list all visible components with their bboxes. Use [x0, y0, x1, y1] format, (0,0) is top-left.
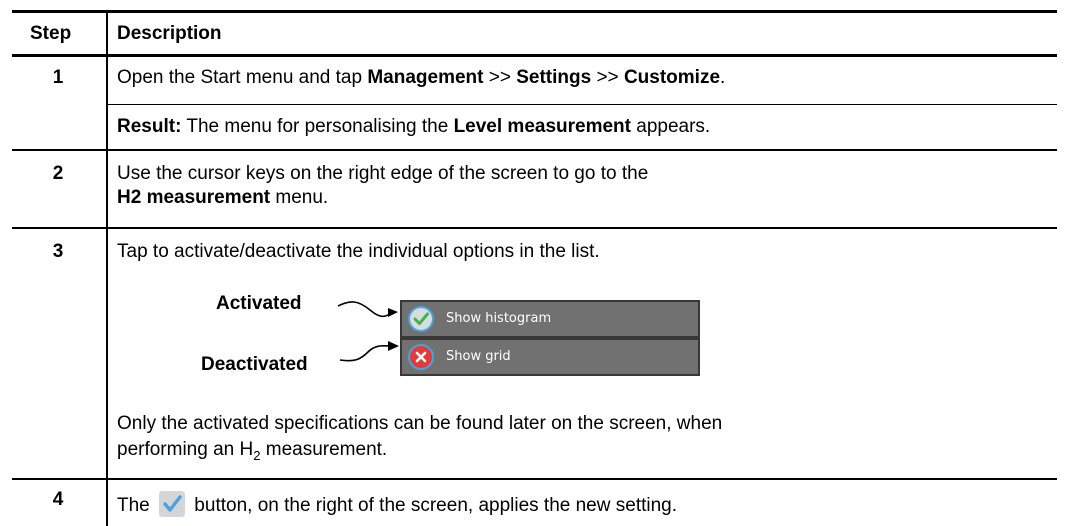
check-circle-icon: [408, 306, 434, 332]
row2-bottom-rule: [12, 227, 1057, 229]
step-1-number: 1: [52, 67, 64, 88]
column-divider: [106, 10, 108, 526]
step-1-result: Result: The menu for personalising the L…: [117, 115, 710, 139]
step-3-note-line2: performing an H2 measurement.: [117, 438, 387, 468]
step-1-bold-management: Management: [367, 67, 484, 88]
step-3-line1: Tap to activate/deactivate the individua…: [117, 241, 600, 262]
step-2-bold-h2: H2 measurement: [117, 187, 271, 208]
step-1-sep1: >>: [483, 67, 517, 88]
step-3-number: 3: [52, 241, 64, 262]
x-circle-icon: [408, 344, 434, 370]
step-2-number: 2: [52, 163, 64, 184]
checkmark-button-icon: [159, 491, 186, 517]
header-step: Step: [30, 23, 72, 44]
row1-inner-rule: [106, 104, 1057, 105]
step-4-number: 4: [52, 489, 64, 510]
header-description: Description: [117, 23, 222, 44]
step-2-line2: H2 measurement menu.: [117, 186, 328, 210]
table-top-rule: [12, 10, 1057, 13]
step-2-line1: Use the cursor keys on the right edge of…: [117, 163, 649, 184]
option-show-histogram[interactable]: Show histogram: [400, 300, 700, 338]
step-1-instruction: Open the Start menu and tap Management >…: [117, 66, 725, 90]
step-2-end: menu.: [270, 187, 329, 208]
row3-bottom-rule: [12, 478, 1057, 480]
step-4-text: The button, on the right of the screen, …: [117, 491, 677, 518]
activated-label: Activated: [216, 293, 302, 314]
option-2-label: Show grid: [446, 349, 511, 364]
step-1-end: .: [720, 67, 726, 88]
activated-arrow: [337, 301, 398, 318]
option-show-grid[interactable]: Show grid: [400, 338, 700, 376]
deactivated-arrow: [339, 341, 399, 362]
step-1-bold-settings: Settings: [516, 67, 592, 88]
header-bottom-rule: [12, 54, 1057, 57]
step-4-pre: The: [117, 495, 156, 516]
result-bold-level: Level measurement: [453, 116, 631, 137]
deactivated-label: Deactivated: [201, 354, 308, 375]
step-1-text: Open the Start menu and tap: [117, 67, 368, 88]
step-4-post: button, on the right of the screen, appl…: [189, 495, 678, 516]
note-h: performing an H: [117, 439, 254, 460]
note-end: measurement.: [260, 439, 388, 460]
row1-bottom-rule: [12, 149, 1057, 151]
result-label: Result:: [117, 116, 182, 137]
result-end: appears.: [630, 116, 711, 137]
result-text: The menu for personalising the: [181, 116, 454, 137]
step-3-note-line1: Only the activated specifications can be…: [117, 413, 723, 434]
step-1-sep2: >>: [591, 67, 624, 88]
step-1-bold-customize: Customize: [623, 67, 721, 88]
option-1-label: Show histogram: [446, 311, 552, 326]
